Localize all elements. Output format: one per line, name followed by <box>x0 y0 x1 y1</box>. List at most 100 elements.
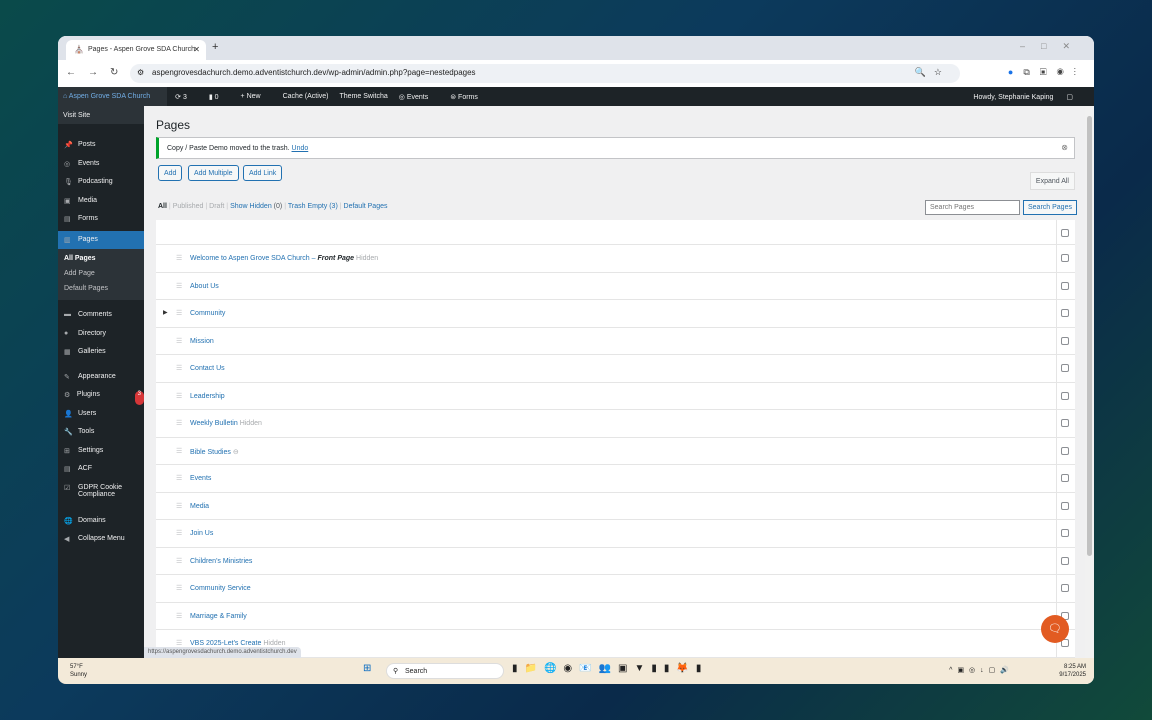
sidebar-item-events[interactable]: ◎ Events <box>58 155 144 174</box>
sidebar-item-collapse-menu[interactable]: ◀ Collapse Menu <box>58 530 144 549</box>
cache-link[interactable]: Cache (Active) <box>283 93 329 100</box>
page-title-link[interactable]: Media <box>190 503 209 510</box>
row-checkbox[interactable] <box>1061 474 1069 482</box>
page-title-link[interactable]: Join Us <box>190 530 213 537</box>
drag-handle-icon[interactable]: ☰ <box>176 639 182 647</box>
page-title-link[interactable]: Community <box>190 310 225 317</box>
drag-handle-icon[interactable]: ☰ <box>176 364 182 372</box>
drag-handle-icon[interactable]: ☰ <box>176 529 182 537</box>
row-checkbox[interactable] <box>1061 309 1069 317</box>
drag-handle-icon[interactable]: ☰ <box>176 612 182 620</box>
comments-link[interactable]: ▮ 0 <box>209 93 230 101</box>
search-pages-input[interactable] <box>925 200 1020 215</box>
row-checkbox[interactable] <box>1061 446 1069 455</box>
page-title-link[interactable]: Weekly Bulletin <box>190 420 238 427</box>
sidebar-item-gdpr-cookie-compliance[interactable]: ☑ GDPR Cookie Compliance <box>58 479 144 506</box>
filter-draft[interactable]: Draft <box>209 203 224 210</box>
row-checkbox[interactable] <box>1061 281 1069 290</box>
drag-handle-icon[interactable]: ☰ <box>176 502 182 510</box>
extensions-icons[interactable]: ●⧉▣◉⋮ <box>1008 67 1086 78</box>
page-title-link[interactable]: Leadership <box>190 393 225 400</box>
empty-trash-link[interactable]: Empty (3) <box>307 203 337 210</box>
expand-arrow-icon[interactable]: ▶ <box>163 309 168 316</box>
close-tab-icon[interactable]: ✕ <box>193 45 200 54</box>
page-title-link[interactable]: Mission <box>190 338 214 345</box>
select-all-checkbox[interactable] <box>1061 229 1069 237</box>
site-name-link[interactable]: ⌂ Aspen Grove SDA Church <box>58 87 168 106</box>
add-button[interactable]: Add <box>158 165 183 181</box>
page-title-link[interactable]: Welcome to Aspen Grove SDA Church – <box>190 255 318 262</box>
sidebar-item-comments[interactable]: ▬ Comments <box>58 306 144 325</box>
sidebar-item-users[interactable]: 👤 Users <box>58 405 144 424</box>
drag-handle-icon[interactable]: ☰ <box>176 392 182 400</box>
system-tray[interactable]: ^▣◎↓▢🔊 <box>949 666 1014 674</box>
drag-handle-icon[interactable]: ☰ <box>176 254 182 262</box>
theme-switcha-link[interactable]: Theme Switcha <box>340 93 388 100</box>
taskbar-apps[interactable]: ▮📁🌐◉📧👥▣▼▮▮🦊▮ <box>512 663 708 674</box>
visit-site-link[interactable]: Visit Site <box>58 106 144 124</box>
submenu-all-pages[interactable]: All Pages <box>64 251 144 266</box>
clock[interactable]: 8:25 AM 9/17/2025 <box>1059 663 1086 679</box>
sidebar-item-directory[interactable]: ● Directory <box>58 325 144 344</box>
row-checkbox[interactable] <box>1061 584 1069 592</box>
new-link[interactable]: + New <box>241 93 272 100</box>
page-title-link[interactable]: Events <box>190 475 211 482</box>
start-button[interactable]: ⊞ <box>363 663 379 674</box>
weather-widget[interactable]: 57°F Sunny <box>70 663 87 679</box>
page-title-link[interactable]: Community Service <box>190 585 251 592</box>
page-title-link[interactable]: VBS 2025-Let's Create <box>190 640 261 647</box>
events-link[interactable]: ◎ Events <box>399 93 439 101</box>
page-scrollbar[interactable] <box>1085 106 1094 658</box>
taskbar-search[interactable]: ⚲ Search <box>386 663 504 679</box>
filter-default-pages[interactable]: Default Pages <box>344 203 388 210</box>
drag-handle-icon[interactable]: ☰ <box>176 337 182 345</box>
sidebar-item-podcasting[interactable]: 🎙 Podcasting <box>58 173 144 192</box>
filter-published[interactable]: Published <box>173 203 204 210</box>
updates-link[interactable]: ⟳ 3 <box>175 93 198 101</box>
sidebar-item-acf[interactable]: ▤ ACF <box>58 460 144 479</box>
add-link-button[interactable]: Add Link <box>243 165 283 181</box>
dismiss-icon[interactable]: ⊗ <box>1061 143 1068 152</box>
page-title-link[interactable]: About Us <box>190 283 219 290</box>
expand-all-button[interactable]: Expand All <box>1029 172 1075 190</box>
drag-handle-icon[interactable]: ☰ <box>176 419 182 427</box>
sidebar-item-tools[interactable]: 🔧 Tools <box>58 423 144 442</box>
row-checkbox[interactable] <box>1061 336 1069 345</box>
drag-handle-icon[interactable]: ☰ <box>176 474 182 482</box>
filter-trash[interactable]: Trash <box>288 203 306 210</box>
row-checkbox[interactable] <box>1061 529 1069 537</box>
search-pages-button[interactable]: Search Pages <box>1023 200 1077 215</box>
zoom-bookmark-icons[interactable]: 🔍☆ <box>915 67 950 78</box>
row-checkbox[interactable] <box>1061 391 1069 400</box>
filter-all[interactable]: All <box>158 203 167 210</box>
row-checkbox[interactable] <box>1061 254 1069 262</box>
drag-handle-icon[interactable]: ☰ <box>176 282 182 290</box>
drag-handle-icon[interactable]: ☰ <box>176 309 182 317</box>
page-title-link[interactable]: Children's Ministries <box>190 558 252 565</box>
sidebar-item-media[interactable]: ▣ Media <box>58 192 144 211</box>
page-title-link[interactable]: Marriage & Family <box>190 613 247 620</box>
chat-button[interactable]: 🗨 <box>1041 615 1069 643</box>
page-title-link[interactable]: Contact Us <box>190 365 225 372</box>
sidebar-item-pages[interactable]: ▥ Pages <box>58 230 144 249</box>
sidebar-item-forms[interactable]: ▤ Forms <box>58 210 144 229</box>
page-title-link[interactable]: Bible Studies <box>190 449 231 456</box>
row-checkbox[interactable] <box>1061 556 1069 565</box>
sidebar-item-plugins[interactable]: ⚙ Plugins 3 <box>58 386 144 405</box>
forms-link[interactable]: ⊜ Forms <box>450 93 489 101</box>
sidebar-item-settings[interactable]: ⊞ Settings <box>58 442 144 461</box>
sidebar-item-posts[interactable]: 📌 Posts <box>58 136 144 155</box>
filter-show-hidden[interactable]: Show Hidden <box>230 203 272 210</box>
drag-handle-icon[interactable]: ☰ <box>176 584 182 592</box>
row-checkbox[interactable] <box>1061 419 1069 427</box>
sidebar-item-appearance[interactable]: ✎ Appearance <box>58 368 144 387</box>
submenu-default-pages[interactable]: Default Pages <box>64 281 144 296</box>
row-checkbox[interactable] <box>1061 501 1069 510</box>
add-multiple-button[interactable]: Add Multiple <box>188 165 239 181</box>
submenu-add-page[interactable]: Add Page <box>64 266 144 281</box>
browser-tab[interactable]: ⛪ Pages - Aspen Grove SDA Church ✕ <box>66 40 206 60</box>
undo-link[interactable]: Undo <box>292 145 309 152</box>
sidebar-item-galleries[interactable]: ▦ Galleries <box>58 343 144 362</box>
user-menu[interactable]: Howdy, Stephanie Kaping ▢ <box>973 93 1073 101</box>
sidebar-item-domains[interactable]: 🌐 Domains <box>58 512 144 531</box>
